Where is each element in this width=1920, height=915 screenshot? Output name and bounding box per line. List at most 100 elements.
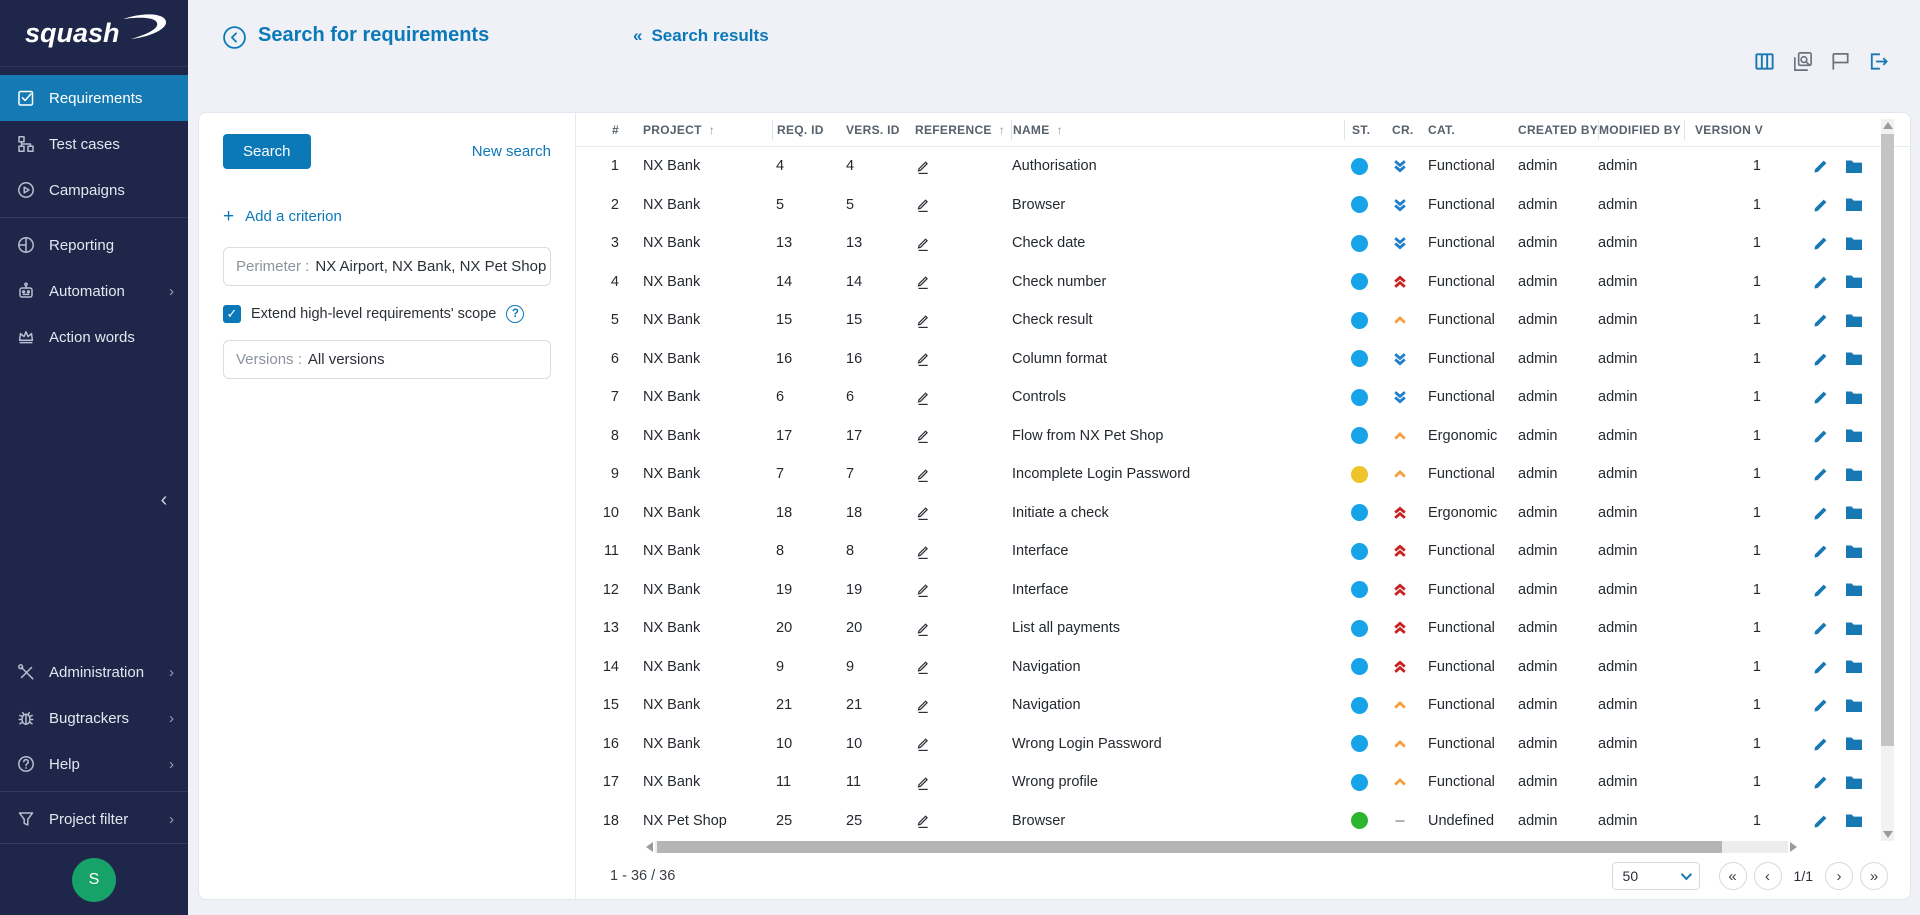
help-circle-icon[interactable]: ? (506, 305, 524, 323)
sidebar-item-test-cases[interactable]: Test cases (0, 121, 188, 167)
edit-pencil-button[interactable] (1813, 697, 1829, 713)
edit-pencil-button[interactable] (1813, 736, 1829, 752)
next-page-button[interactable]: › (1825, 862, 1853, 890)
column-header-criticality[interactable]: CR. (1387, 120, 1428, 140)
column-header-reference[interactable]: REFERENCE↑ (904, 120, 1011, 140)
open-folder-button[interactable] (1845, 659, 1863, 674)
column-header-category[interactable]: CAT. (1428, 120, 1518, 140)
sidebar-item-bugtrackers[interactable]: Bugtrackers› (0, 695, 188, 741)
perimeter-criterion[interactable]: Perimeter : NX Airport, NX Bank, NX Pet … (223, 247, 551, 286)
table-row[interactable]: 7NX Bank66ControlsFunctionaladminadmin1 (576, 378, 1910, 417)
open-folder-button[interactable] (1845, 698, 1863, 713)
column-header-vers_id[interactable]: VERS. ID (840, 120, 904, 140)
reference-edit-icon[interactable] (915, 735, 931, 752)
open-folder-button[interactable] (1845, 428, 1863, 443)
column-header-name[interactable]: NAME↑ (1011, 120, 1344, 140)
table-row[interactable]: 13NX Bank2020List all paymentsFunctional… (576, 609, 1910, 648)
open-folder-button[interactable] (1845, 813, 1863, 828)
edit-pencil-button[interactable] (1813, 620, 1829, 636)
reference-edit-icon[interactable] (915, 620, 931, 637)
vertical-scroll-thumb[interactable] (1881, 134, 1894, 746)
first-page-button[interactable]: « (1719, 862, 1747, 890)
sidebar-item-project-filter[interactable]: Project filter› (0, 796, 188, 842)
edit-pencil-button[interactable] (1813, 274, 1829, 290)
add-criterion-button[interactable]: + Add a criterion (223, 207, 551, 226)
search-button[interactable]: Search (223, 134, 311, 169)
edit-pencil-button[interactable] (1813, 197, 1829, 213)
requirement-name-cell[interactable]: List all payments (1011, 609, 1344, 648)
requirement-name-cell[interactable]: Interface (1011, 571, 1344, 610)
edit-pencil-button[interactable] (1813, 235, 1829, 251)
search-results-link[interactable]: « Search results (633, 26, 769, 46)
column-header-num[interactable]: # (576, 120, 643, 140)
table-row[interactable]: 3NX Bank1313Check dateFunctionaladminadm… (576, 224, 1910, 263)
reference-edit-icon[interactable] (915, 427, 931, 444)
sidebar-item-requirements[interactable]: Requirements (0, 75, 188, 121)
reference-edit-icon[interactable] (915, 543, 931, 560)
sidebar-item-automation[interactable]: Automation› (0, 268, 188, 314)
requirement-name-cell[interactable]: Column format (1011, 340, 1344, 379)
requirement-name-cell[interactable]: Navigation (1011, 686, 1344, 725)
open-folder-button[interactable] (1845, 159, 1863, 174)
table-row[interactable]: 12NX Bank1919InterfaceFunctionaladminadm… (576, 571, 1910, 610)
last-page-button[interactable]: » (1860, 862, 1888, 890)
columns-icon[interactable] (1753, 50, 1776, 73)
edit-pencil-button[interactable] (1813, 158, 1829, 174)
open-folder-button[interactable] (1845, 390, 1863, 405)
table-row[interactable]: 1NX Bank44AuthorisationFunctionaladminad… (576, 147, 1910, 186)
table-row[interactable]: 5NX Bank1515Check resultFunctionaladmina… (576, 301, 1910, 340)
requirement-name-cell[interactable]: Browser (1011, 186, 1344, 225)
table-row[interactable]: 11NX Bank88InterfaceFunctionaladminadmin… (576, 532, 1910, 571)
prev-page-button[interactable]: ‹ (1754, 862, 1782, 890)
edit-pencil-button[interactable] (1813, 389, 1829, 405)
table-row[interactable]: 15NX Bank2121NavigationFunctionaladminad… (576, 686, 1910, 725)
page-size-select[interactable]: 50 (1612, 862, 1700, 890)
column-header-version[interactable]: VERSION V (1684, 120, 1769, 140)
edit-pencil-button[interactable] (1813, 428, 1829, 444)
requirement-name-cell[interactable]: Wrong Login Password (1011, 725, 1344, 764)
requirement-name-cell[interactable]: Authorisation (1011, 147, 1344, 186)
reference-edit-icon[interactable] (915, 235, 931, 252)
reference-edit-icon[interactable] (915, 389, 931, 406)
reference-edit-icon[interactable] (915, 812, 931, 829)
open-folder-button[interactable] (1845, 505, 1863, 520)
reference-edit-icon[interactable] (915, 196, 931, 213)
edit-pencil-button[interactable] (1813, 312, 1829, 328)
requirement-name-cell[interactable]: Browser (1011, 802, 1344, 839)
sidebar-item-campaigns[interactable]: Campaigns (0, 167, 188, 213)
column-header-req_id[interactable]: REQ. ID (772, 120, 840, 140)
edit-pencil-button[interactable] (1813, 774, 1829, 790)
scroll-up-arrow[interactable] (1883, 122, 1893, 129)
column-header-created_by[interactable]: CREATED BY (1518, 120, 1598, 140)
reference-edit-icon[interactable] (915, 697, 931, 714)
sidebar-item-administration[interactable]: Administration› (0, 649, 188, 695)
requirement-name-cell[interactable]: Check date (1011, 224, 1344, 263)
open-folder-button[interactable] (1845, 775, 1863, 790)
extend-scope-checkbox[interactable]: ✓ (223, 305, 241, 323)
edit-pencil-button[interactable] (1813, 505, 1829, 521)
edit-pencil-button[interactable] (1813, 813, 1829, 829)
open-folder-button[interactable] (1845, 467, 1863, 482)
open-folder-button[interactable] (1845, 621, 1863, 636)
edit-pencil-button[interactable] (1813, 659, 1829, 675)
open-folder-button[interactable] (1845, 544, 1863, 559)
sidebar-item-reporting[interactable]: Reporting (0, 222, 188, 268)
scroll-right-arrow[interactable] (1790, 842, 1797, 852)
requirement-name-cell[interactable]: Navigation (1011, 648, 1344, 687)
column-header-status[interactable]: ST. (1344, 120, 1387, 140)
table-row[interactable]: 18NX Pet Shop2525BrowserUndefinedadminad… (576, 802, 1910, 839)
avatar[interactable]: S (72, 858, 116, 902)
sidebar-item-action-words[interactable]: Action words (0, 314, 188, 360)
open-folder-button[interactable] (1845, 351, 1863, 366)
open-folder-button[interactable] (1845, 582, 1863, 597)
open-folder-button[interactable] (1845, 274, 1863, 289)
scroll-down-arrow[interactable] (1883, 831, 1893, 838)
reference-edit-icon[interactable] (915, 350, 931, 367)
edit-pencil-button[interactable] (1813, 466, 1829, 482)
edit-pencil-button[interactable] (1813, 543, 1829, 559)
open-folder-button[interactable] (1845, 197, 1863, 212)
open-folder-button[interactable] (1845, 736, 1863, 751)
flag-icon[interactable] (1829, 50, 1852, 73)
reference-edit-icon[interactable] (915, 774, 931, 791)
open-folder-button[interactable] (1845, 236, 1863, 251)
